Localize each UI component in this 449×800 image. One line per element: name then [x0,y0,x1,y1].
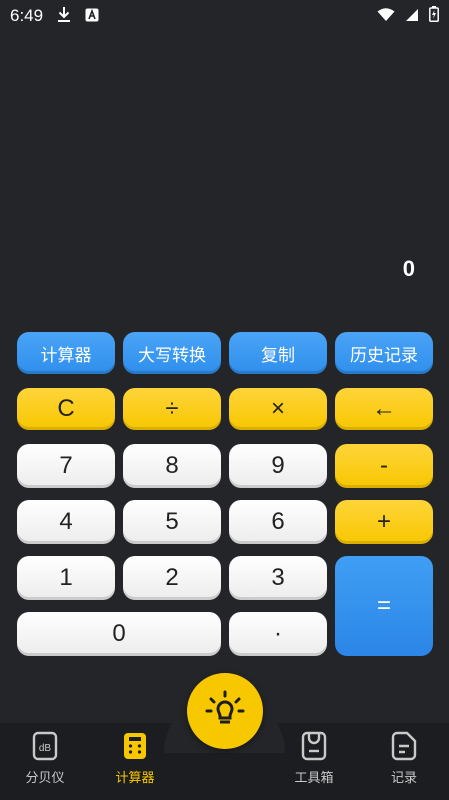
tab-calculator[interactable]: 计算器 [95,731,175,786]
download-icon [57,6,71,26]
history-button[interactable]: 历史记录 [335,332,433,374]
divide-key[interactable]: ÷ [123,388,221,430]
battery-icon [429,6,439,26]
digit-1-key[interactable]: 1 [17,556,115,600]
toolbox-icon [300,731,328,761]
record-icon [390,731,418,761]
result-display: 0 [402,256,415,281]
multiply-key[interactable]: × [229,388,327,430]
digit-7-key[interactable]: 7 [17,444,115,488]
digit-5-key[interactable]: 5 [123,500,221,544]
minus-key[interactable]: - [335,444,433,488]
tab-decibel-meter[interactable]: dB 分贝仪 [5,731,85,786]
copy-button[interactable]: 复制 [229,332,327,374]
flashlight-button[interactable] [187,673,263,749]
tab-toolbox[interactable]: 工具箱 [274,731,354,786]
uppercase-convert-button[interactable]: 大写转换 [123,332,221,374]
digit-9-key[interactable]: 9 [229,444,327,488]
digit-8-key[interactable]: 8 [123,444,221,488]
digit-0-key[interactable]: 0 [17,612,221,656]
decibel-icon: dB [31,731,59,761]
digit-6-key[interactable]: 6 [229,500,327,544]
status-time: 6:49 [10,6,44,25]
lightbulb-icon [203,687,247,735]
wifi-icon [377,7,395,26]
calculator-icon [121,731,149,761]
app-notification-icon [85,7,99,26]
tab-label: 计算器 [115,771,155,786]
digit-3-key[interactable]: 3 [229,556,327,600]
status-bar: 6:49 [0,0,449,32]
digit-2-key[interactable]: 2 [123,556,221,600]
tab-label: 记录 [390,771,417,786]
tab-records[interactable]: 记录 [364,731,444,786]
signal-icon [405,7,419,26]
clear-key[interactable]: C [17,388,115,430]
tab-label: 分贝仪 [25,771,65,786]
digit-4-key[interactable]: 4 [17,500,115,544]
tab-label: 工具箱 [294,771,334,786]
calculator-mode-button[interactable]: 计算器 [17,332,115,374]
equals-key[interactable]: = [335,556,433,656]
svg-text:dB: dB [39,743,52,754]
plus-key[interactable]: + [335,500,433,544]
decimal-point-key[interactable]: · [229,612,327,656]
backspace-key[interactable]: ← [335,388,433,430]
